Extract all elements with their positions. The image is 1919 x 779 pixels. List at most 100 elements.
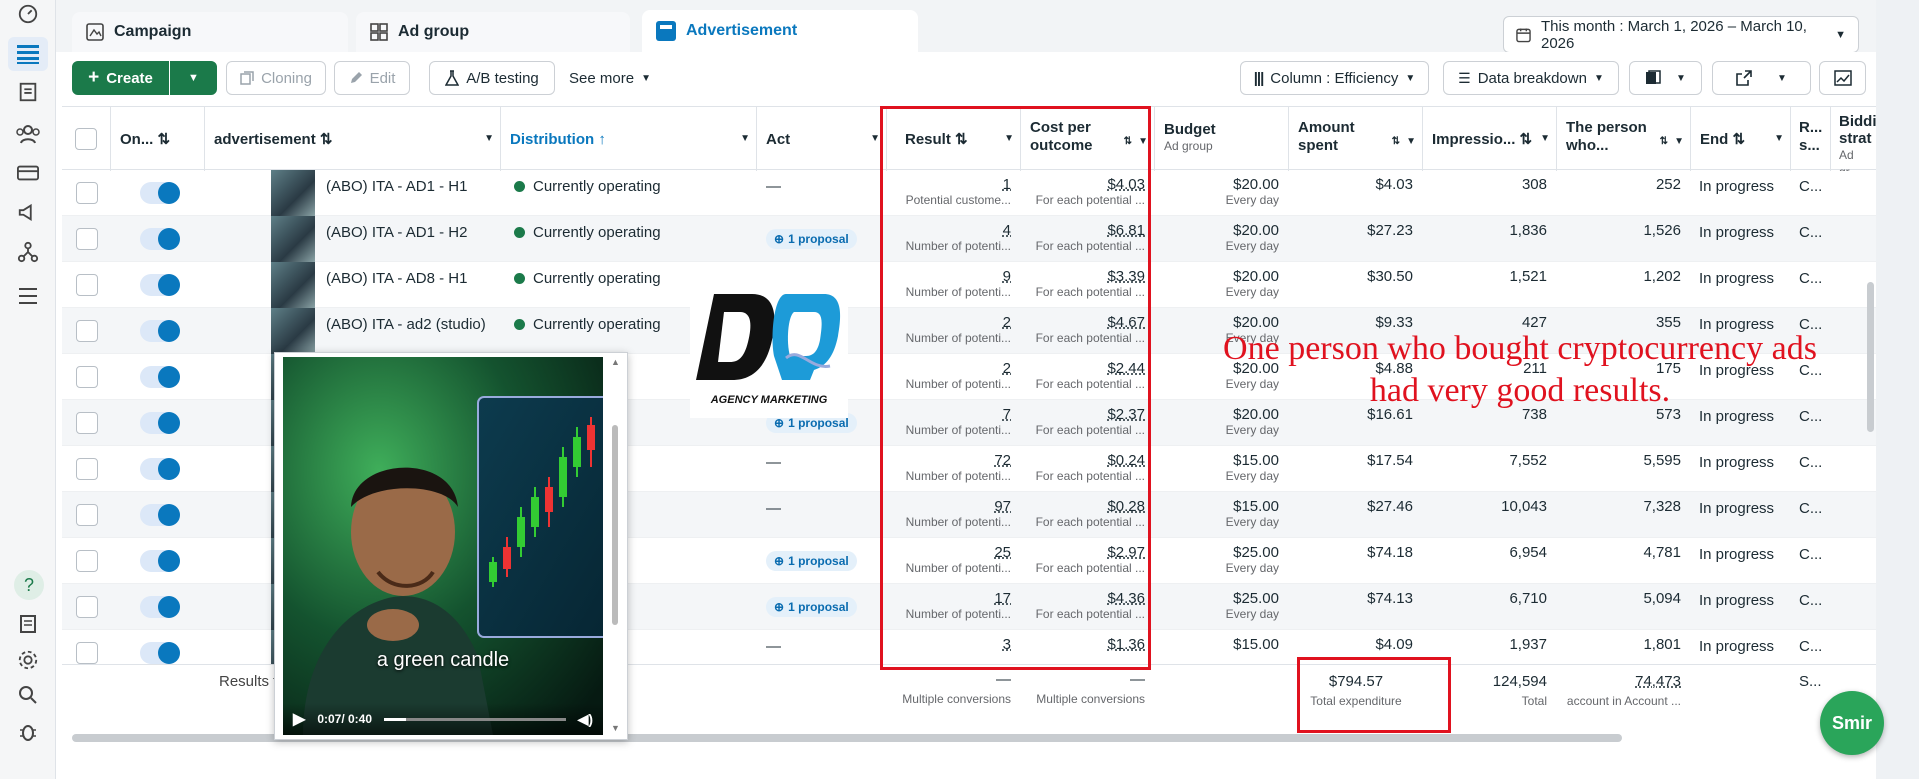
on-off-toggle[interactable]	[140, 642, 180, 664]
on-off-toggle[interactable]	[140, 366, 180, 388]
row-checkbox[interactable]	[75, 366, 98, 388]
date-range-picker[interactable]: This month : March 1, 2026 – March 10, 2…	[1503, 16, 1859, 53]
tab-ad-group[interactable]: Ad group	[356, 12, 630, 52]
header-budget[interactable]: Budget Ad group	[1155, 107, 1289, 171]
export-button[interactable]: ▼	[1712, 61, 1811, 95]
row-checkbox[interactable]	[75, 550, 98, 572]
tab-campaign[interactable]: Campaign	[72, 12, 348, 52]
select-all-checkbox[interactable]	[75, 128, 97, 150]
see-more-button[interactable]: See more ▼	[561, 61, 659, 95]
ad-thumbnail[interactable]	[271, 308, 315, 354]
breakdown-button[interactable]: ☰ Data breakdown ▼	[1443, 61, 1619, 95]
caret-down-icon: ▼	[641, 72, 651, 84]
row-checkbox[interactable]	[75, 228, 98, 250]
header-distribution[interactable]: Distribution ↑ ▼	[501, 107, 757, 171]
header-onoff[interactable]: On... ⇅	[111, 107, 205, 171]
row-checkbox[interactable]	[75, 596, 98, 618]
on-off-toggle[interactable]	[140, 550, 180, 572]
header-act[interactable]: Act ▼	[757, 107, 887, 171]
volume-icon[interactable]: ◀)	[578, 711, 593, 728]
header-impressions[interactable]: Impressio... ⇅ ▼	[1423, 107, 1557, 171]
columns-button[interactable]: ||| Column : Efficiency ▼	[1240, 61, 1429, 95]
on-off-toggle[interactable]	[140, 274, 180, 296]
proposal-badge[interactable]: ⊕ 1 proposal	[766, 551, 857, 571]
ad-thumbnail[interactable]	[271, 170, 315, 216]
smir-chat-button[interactable]: Smir	[1820, 691, 1884, 755]
on-off-toggle[interactable]	[140, 228, 180, 250]
proposal-badge[interactable]: ⊕ 1 proposal	[766, 597, 857, 617]
proposal-badge[interactable]: ⊕ 1 proposal	[766, 229, 857, 249]
campaigns-icon[interactable]	[16, 200, 40, 224]
on-off-toggle[interactable]	[140, 596, 180, 618]
ad-name[interactable]: (ABO) ITA - AD8 - H1	[326, 262, 496, 308]
on-off-toggle[interactable]	[140, 182, 180, 204]
tab-advertisement[interactable]: Advertisement	[642, 10, 918, 52]
row-checkbox[interactable]	[75, 458, 98, 480]
ad-name[interactable]: (ABO) ITA - ad2 (studio)	[326, 308, 496, 354]
charts-button[interactable]	[1819, 61, 1866, 95]
row-checkbox[interactable]	[75, 274, 98, 296]
on-off-toggle[interactable]	[140, 458, 180, 480]
row-checkbox[interactable]	[75, 504, 98, 526]
play-icon[interactable]: ▶	[293, 709, 305, 729]
impressions-cell: 6,954	[1509, 544, 1547, 561]
row-select-cell	[62, 400, 111, 446]
status-dot-icon	[514, 227, 525, 238]
ad-thumbnail[interactable]	[271, 262, 315, 308]
video-preview-popup[interactable]: a green candle ▶ 0:07/ 0:40 ◀) ▲ ▼	[274, 352, 628, 740]
budget-cell: $15.00	[1159, 630, 1279, 664]
ad-thumbnail[interactable]	[271, 216, 315, 262]
search-icon[interactable]	[16, 683, 40, 707]
edit-button[interactable]: Edit	[334, 61, 410, 95]
header-bid-strategy[interactable]: BiddistratAd gr	[1831, 107, 1876, 171]
create-dropdown-button[interactable]: ▼	[170, 61, 217, 95]
popup-scrollbar[interactable]: ▲ ▼	[609, 357, 621, 735]
budget-cell: $20.00 Every day	[1159, 216, 1279, 262]
sort-icon: ⇅	[1391, 136, 1400, 147]
video-player[interactable]: a green candle ▶ 0:07/ 0:40 ◀)	[283, 357, 603, 735]
scroll-up-icon[interactable]: ▲	[611, 357, 620, 367]
header-advertisement[interactable]: advertisement ⇅ ▼	[205, 107, 501, 171]
ad-name[interactable]: (ABO) ITA - AD1 - H2	[326, 216, 496, 262]
help-icon[interactable]: ?	[14, 570, 44, 600]
spent-cell: $4.03	[1375, 176, 1413, 193]
reports-button[interactable]: ▼	[1629, 61, 1702, 95]
toolbar: + Create ▼ Cloning Edit A/B testing See m…	[56, 52, 1876, 106]
ads-manager-icon[interactable]	[8, 37, 48, 71]
on-off-toggle[interactable]	[140, 412, 180, 434]
summary-result-sub: Multiple conversions	[902, 692, 1011, 706]
popup-scroll-thumb[interactable]	[612, 425, 618, 625]
row-checkbox[interactable]	[75, 182, 98, 204]
r-cell: C...	[1799, 500, 1823, 517]
video-progress-bar[interactable]	[384, 717, 566, 721]
header-end[interactable]: End ⇅ ▼	[1691, 107, 1791, 171]
create-button[interactable]: + Create	[72, 61, 169, 95]
gear-icon[interactable]	[16, 648, 40, 672]
row-checkbox[interactable]	[75, 642, 98, 664]
menu-icon[interactable]	[16, 284, 40, 308]
on-off-toggle[interactable]	[140, 320, 180, 342]
reports-icon[interactable]	[16, 80, 40, 104]
billing-icon[interactable]	[16, 161, 40, 185]
business-settings-icon[interactable]	[16, 240, 40, 264]
header-r[interactable]: R... s...	[1791, 107, 1831, 171]
annotation-line1: One person who bought cryptocurrency ads	[1223, 330, 1817, 367]
row-checkbox[interactable]	[75, 412, 98, 434]
audiences-icon[interactable]	[16, 122, 40, 146]
header-amount-spent[interactable]: Amount spent ⇅ ▼	[1289, 107, 1423, 171]
status-label: Currently operating	[533, 270, 661, 287]
row-toggle-cell	[120, 262, 200, 308]
end-cell: In progress	[1699, 638, 1775, 655]
cloning-button[interactable]: Cloning	[226, 61, 326, 95]
header-bid-line1: Biddi	[1839, 113, 1876, 130]
row-checkbox[interactable]	[75, 320, 98, 342]
documents-icon[interactable]	[16, 612, 40, 636]
ad-name[interactable]: (ABO) ITA - AD1 - H1	[326, 170, 496, 216]
ab-testing-button[interactable]: A/B testing	[429, 61, 555, 95]
chart-icon	[1833, 70, 1852, 86]
scroll-down-icon[interactable]: ▼	[611, 723, 620, 733]
dashboard-icon[interactable]	[16, 2, 40, 26]
header-person-who[interactable]: The person who... ⇅ ▼	[1557, 107, 1691, 171]
on-off-toggle[interactable]	[140, 504, 180, 526]
bug-report-icon[interactable]	[16, 720, 40, 744]
